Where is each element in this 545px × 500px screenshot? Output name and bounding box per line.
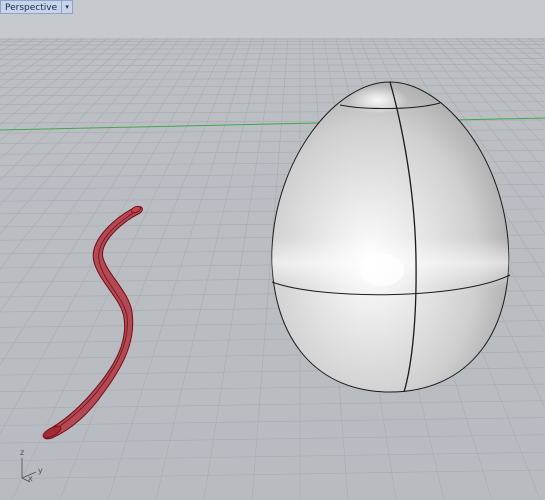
axis-gizmo: z x y bbox=[14, 448, 54, 488]
viewport-name[interactable]: Perspective bbox=[0, 0, 62, 14]
axis-z-label: z bbox=[20, 448, 25, 457]
viewport-scene[interactable] bbox=[0, 0, 545, 500]
axis-gizmo-lines bbox=[21, 458, 37, 483]
axis-x-label: x bbox=[28, 474, 33, 483]
viewport-horizon-haze bbox=[0, 0, 545, 38]
perspective-viewport[interactable]: Perspective ▾ z x y bbox=[0, 0, 545, 500]
axis-y-label: y bbox=[38, 466, 43, 475]
viewport-menu-arrow-icon[interactable]: ▾ bbox=[61, 0, 74, 14]
viewport-title-tab[interactable]: Perspective ▾ bbox=[0, 0, 74, 14]
